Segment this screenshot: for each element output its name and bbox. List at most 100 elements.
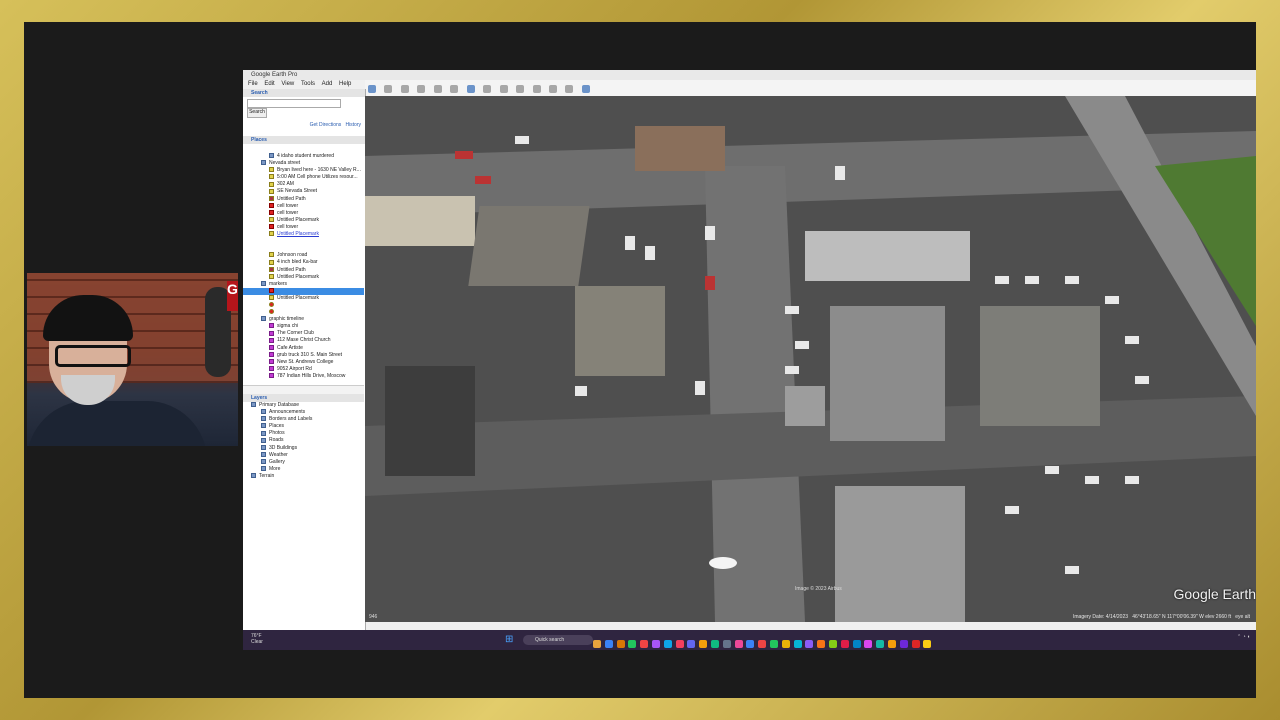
places-item[interactable]: New St. Andrews College (243, 359, 364, 366)
places-item[interactable]: Untitled Placemark (243, 231, 364, 238)
folder-icon[interactable] (261, 423, 266, 429)
folder-icon[interactable] (261, 160, 266, 166)
layers-item[interactable]: Places (243, 423, 364, 430)
layers-item[interactable]: Gallery (243, 459, 364, 466)
placemark-yellow-icon[interactable] (269, 188, 274, 194)
taskbar-app-icon[interactable] (781, 640, 790, 648)
history-tool-icon[interactable] (466, 85, 475, 93)
placemark-tool-icon[interactable] (384, 85, 393, 93)
layers-item[interactable]: More (243, 466, 364, 473)
placemark-purple-icon[interactable] (269, 344, 274, 350)
menu-view[interactable]: View (281, 81, 294, 87)
taskbar-app-icon[interactable] (864, 640, 873, 648)
layers-section-header[interactable]: Layers (243, 394, 364, 402)
taskbar-app-icon[interactable] (746, 640, 755, 648)
places-item[interactable]: graphic timeline (243, 316, 364, 323)
tower-icon[interactable] (269, 224, 274, 230)
places-item[interactable]: sigma chi (243, 323, 364, 330)
taskbar-app-icon[interactable] (699, 640, 708, 648)
layers-item[interactable]: Weather (243, 452, 364, 459)
map-view[interactable]: Image © 2023 Airbus Google Earth Imagery… (365, 96, 1256, 622)
print-tool-icon[interactable] (548, 85, 557, 93)
folder-icon[interactable] (269, 153, 274, 159)
placemark-yellow-icon[interactable] (269, 174, 274, 180)
tower-icon[interactable] (269, 209, 274, 215)
places-item[interactable]: cell tower (243, 224, 364, 231)
places-item[interactable]: Untitled Placemark (243, 217, 364, 224)
tour-tool-icon[interactable] (450, 85, 459, 93)
places-item[interactable]: 302 AM (243, 181, 364, 188)
folder-icon[interactable] (261, 316, 266, 322)
placemark-purple-icon[interactable] (269, 358, 274, 364)
pin-icon[interactable] (269, 302, 274, 308)
taskbar-app-icon[interactable] (852, 640, 861, 648)
history-link[interactable]: History (345, 122, 361, 128)
email-tool-icon[interactable] (532, 85, 541, 93)
places-item[interactable]: 5:00 AM Cell phone Utilizes resour... (243, 174, 364, 181)
places-item[interactable]: 4 inch bled Ka-bar (243, 259, 364, 266)
placemark-yellow-icon[interactable] (269, 295, 274, 301)
taskbar-search[interactable]: Quick search (523, 635, 593, 645)
overlay-tool-icon[interactable] (433, 85, 442, 93)
pin-icon[interactable] (269, 309, 274, 315)
placemark-yellow-icon[interactable] (269, 273, 274, 279)
taskbar-app-icon[interactable] (793, 640, 802, 648)
maps-tool-icon[interactable] (581, 85, 590, 93)
layers-item[interactable]: Photos (243, 430, 364, 437)
search-button[interactable]: Search (247, 108, 267, 118)
taskbar-app-icon[interactable] (651, 640, 660, 648)
placemark-yellow-icon[interactable] (269, 217, 274, 223)
taskbar-app-icon[interactable] (923, 640, 932, 648)
places-item[interactable]: cell tower (243, 203, 364, 210)
taskbar-app-icon[interactable] (687, 640, 696, 648)
placemark-purple-icon[interactable] (269, 351, 274, 357)
places-item[interactable]: grub truck 310 S. Main Street (243, 352, 364, 359)
taskbar-app-icon[interactable] (616, 640, 625, 648)
taskbar-app-icon[interactable] (640, 640, 649, 648)
layers-item[interactable]: 3D Buildings (243, 445, 364, 452)
placemark-purple-icon[interactable] (269, 323, 274, 329)
folder-icon[interactable] (261, 458, 266, 464)
menu-tools[interactable]: Tools (301, 81, 315, 87)
weather-widget[interactable]: 76°F Clear (251, 633, 263, 645)
menu-file[interactable]: File (248, 81, 258, 87)
system-tray-icon[interactable]: ⌃ ◔ ◖ (1237, 634, 1250, 640)
places-item[interactable]: Untitled Placemark (243, 295, 364, 302)
taskbar-app-icon[interactable] (628, 640, 637, 648)
places-item[interactable]: 112 Mase Christ Church (243, 337, 364, 344)
layers-item[interactable]: Primary Database (243, 402, 364, 409)
placemark-yellow-icon[interactable] (269, 259, 274, 265)
places-item[interactable] (243, 245, 364, 252)
places-item[interactable]: SE Nevada Street (243, 188, 364, 195)
taskbar-app-icon[interactable] (887, 640, 896, 648)
menu-edit[interactable]: Edit (264, 81, 274, 87)
taskbar-app-icon[interactable] (828, 640, 837, 648)
taskbar-app-icon[interactable] (758, 640, 767, 648)
taskbar-app-icon[interactable] (604, 640, 613, 648)
taskbar-app-icon[interactable] (876, 640, 885, 648)
layers-item[interactable]: Terrain (243, 473, 364, 480)
places-item[interactable]: cell tower (243, 210, 364, 217)
taskbar-app-icon[interactable] (840, 640, 849, 648)
taskbar-app-icon[interactable] (805, 640, 814, 648)
places-item[interactable] (243, 309, 364, 316)
layers-item[interactable]: Roads (243, 437, 364, 444)
folder-icon[interactable] (261, 466, 266, 472)
places-item[interactable]: Untitled Placemark (243, 274, 364, 281)
taskbar-app-icon[interactable] (663, 640, 672, 648)
start-menu-icon[interactable]: ⊞ (505, 635, 515, 645)
places-item[interactable]: 9052 Airport Rd (243, 366, 364, 373)
sidebar-toggle-icon[interactable] (368, 85, 376, 93)
taskbar-app-icon[interactable] (593, 640, 601, 648)
ruler-tool-icon[interactable] (516, 85, 525, 93)
taskbar-app-icon[interactable] (710, 640, 719, 648)
path-icon[interactable] (269, 266, 274, 272)
search-input[interactable] (247, 99, 341, 108)
folder-icon[interactable] (261, 430, 266, 436)
places-section-header[interactable]: Places (243, 136, 365, 144)
places-item[interactable]: Nevada street (243, 160, 364, 167)
path-tool-icon[interactable] (417, 85, 426, 93)
placemark-yellow-icon[interactable] (269, 167, 274, 173)
taskbar-app-icon[interactable] (722, 640, 731, 648)
places-item[interactable]: 787 Indian Hills Drive, Moscow (243, 373, 364, 380)
